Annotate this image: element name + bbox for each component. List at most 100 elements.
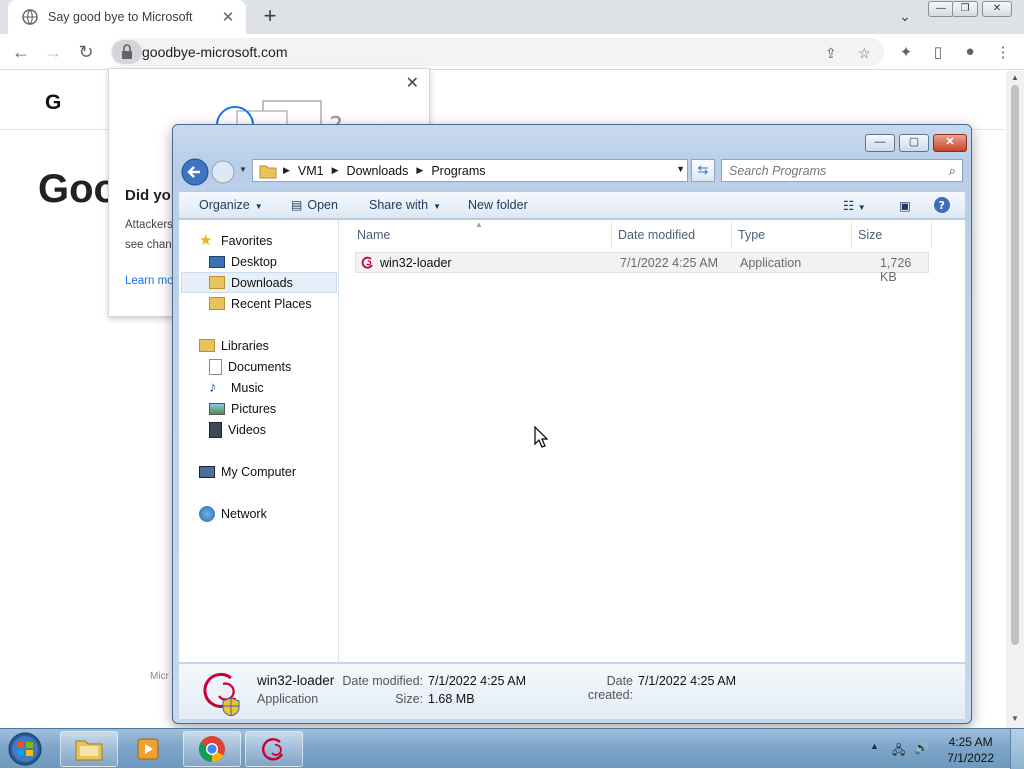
explorer-window: — ▢ ✕ ▼ ▶ VM1 ▶ Downloads ▶ Programs ▼ ⇆…: [172, 124, 972, 724]
explorer-address-bar[interactable]: ▶ VM1 ▶ Downloads ▶ Programs ▼: [252, 159, 688, 182]
details-date-modified-label: Date modified:: [342, 674, 423, 688]
preview-pane-icon[interactable]: ▣: [899, 198, 911, 213]
mouse-pointer-icon: [534, 426, 548, 448]
profile-avatar-icon[interactable]: ●: [961, 43, 979, 60]
view-options-icon[interactable]: ☷ ▼: [843, 198, 866, 213]
nav-label: Music: [231, 380, 264, 395]
clock-date: 7/1/2022: [947, 751, 994, 765]
show-hidden-icons-arrow-icon[interactable]: ▲: [870, 741, 879, 751]
share-with-button[interactable]: Share with ▼: [369, 198, 441, 212]
search-input[interactable]: Search Programs ⌕: [721, 159, 963, 182]
nav-documents[interactable]: Documents: [209, 356, 291, 377]
folder-icon: [259, 165, 277, 178]
nav-videos[interactable]: Videos: [209, 419, 266, 440]
system-clock[interactable]: 4:25 AM 7/1/2022: [947, 734, 994, 766]
restore-button[interactable]: ❐: [952, 1, 978, 17]
search-placeholder: Search Programs: [729, 164, 827, 178]
refresh-icon[interactable]: ⇆: [691, 159, 715, 182]
nav-label: Favorites: [221, 233, 273, 248]
forward-arrow-icon[interactable]: →: [42, 41, 64, 63]
breadcrumb-programs[interactable]: Programs: [431, 164, 485, 178]
column-header-date-modified[interactable]: Date modified: [618, 228, 695, 242]
start-orb-icon[interactable]: [6, 731, 44, 767]
nav-pictures[interactable]: Pictures: [209, 398, 276, 419]
taskbar-explorer-button[interactable]: [60, 731, 118, 767]
scroll-up-arrow-icon[interactable]: ▲: [1011, 73, 1019, 82]
column-header-type[interactable]: Type: [738, 228, 765, 242]
tab-strip: Say good bye to Microsoft ✕ + ⌄ — ❐ ✕: [0, 0, 1024, 34]
tab-close-icon[interactable]: ✕: [220, 8, 236, 26]
scroll-down-arrow-icon[interactable]: ▼: [1011, 714, 1019, 723]
address-bar[interactable]: goodbye-microsoft.com ⇪ ☆: [110, 38, 884, 66]
desktop-icon: [209, 255, 225, 268]
side-panel-icon[interactable]: ▯: [929, 43, 947, 61]
network-tray-icon[interactable]: 🖧: [892, 741, 905, 762]
column-divider[interactable]: [851, 222, 852, 248]
minimize-button[interactable]: —: [928, 1, 954, 17]
help-icon[interactable]: ?: [933, 196, 951, 217]
extensions-icon[interactable]: ✦: [897, 43, 915, 61]
column-header-size[interactable]: Size: [858, 228, 882, 242]
nav-label: Network: [221, 506, 267, 521]
new-tab-button[interactable]: +: [258, 5, 282, 29]
details-pane: win32-loader Application Date modified: …: [179, 663, 965, 719]
maximize-button[interactable]: ▢: [899, 134, 929, 152]
nav-recent-places[interactable]: Recent Places: [209, 293, 312, 314]
column-divider[interactable]: [731, 222, 732, 248]
nav-downloads[interactable]: Downloads: [181, 272, 337, 293]
nav-music[interactable]: ♪ Music: [209, 377, 264, 398]
recent-pages-dropdown-icon[interactable]: ▼: [239, 165, 247, 174]
show-desktop-button[interactable]: [1010, 729, 1024, 769]
reload-icon[interactable]: ↻: [75, 41, 97, 63]
open-label: Open: [307, 198, 338, 212]
taskbar-media-player-button[interactable]: [120, 731, 178, 767]
lock-icon[interactable]: [112, 40, 142, 64]
address-dropdown-icon[interactable]: ▼: [676, 164, 685, 174]
tab-search-icon[interactable]: ⌄: [896, 8, 914, 26]
breadcrumb-arrow-icon[interactable]: ▶: [283, 165, 290, 176]
close-button[interactable]: ✕: [982, 1, 1012, 17]
dropdown-arrow-icon: ▼: [254, 202, 263, 211]
browser-tab[interactable]: Say good bye to Microsoft ✕: [8, 0, 246, 34]
breadcrumb-arrow-icon[interactable]: ▶: [332, 165, 339, 176]
open-button[interactable]: ▤ Open: [291, 198, 338, 212]
debian-swirl-icon: [261, 738, 284, 761]
nav-label: Libraries: [221, 338, 269, 353]
site-logo[interactable]: G: [45, 91, 61, 115]
share-icon[interactable]: ⇪: [825, 45, 837, 62]
organize-button[interactable]: Organize ▼: [199, 198, 263, 212]
nav-libraries[interactable]: Libraries: [199, 335, 269, 356]
scroll-thumb[interactable]: [1011, 85, 1019, 645]
minimize-button[interactable]: —: [865, 134, 895, 152]
learn-more-link[interactable]: Learn mo: [125, 275, 174, 287]
taskbar-win32-loader-button[interactable]: [245, 731, 303, 767]
nav-network[interactable]: Network: [199, 503, 267, 524]
details-file-type: Application: [257, 692, 319, 706]
nav-my-computer[interactable]: My Computer: [199, 461, 296, 482]
new-folder-button[interactable]: New folder: [468, 198, 528, 212]
popup-title: Did yo: [125, 187, 171, 204]
search-icon[interactable]: ⌕: [949, 163, 956, 179]
column-header-name[interactable]: Name: [357, 228, 390, 242]
page-scrollbar[interactable]: ▲ ▼: [1006, 71, 1024, 728]
breadcrumb-downloads[interactable]: Downloads: [347, 164, 409, 178]
nav-favorites[interactable]: ★ Favorites: [199, 230, 272, 251]
forward-arrow-icon[interactable]: [211, 160, 235, 184]
back-arrow-icon[interactable]: ←: [10, 41, 32, 63]
nav-desktop[interactable]: Desktop: [209, 251, 277, 272]
taskbar-chrome-button[interactable]: [183, 731, 241, 767]
recent-places-icon: [209, 297, 225, 310]
volume-tray-icon[interactable]: 🔊: [914, 741, 929, 755]
menu-kebab-icon[interactable]: ⋮: [994, 43, 1012, 61]
column-divider[interactable]: [931, 222, 932, 248]
breadcrumb-arrow-icon[interactable]: ▶: [416, 165, 423, 176]
music-note-icon: ♪: [209, 378, 217, 396]
breadcrumb-vm1[interactable]: VM1: [298, 164, 324, 178]
file-row[interactable]: win32-loader 7/1/2022 4:25 AM Applicatio…: [355, 252, 929, 284]
column-divider[interactable]: [611, 222, 612, 248]
page-heading: Goo: [38, 167, 118, 211]
bookmark-star-icon[interactable]: ☆: [858, 45, 871, 62]
back-arrow-icon[interactable]: [181, 158, 209, 186]
popup-close-icon[interactable]: ✕: [406, 73, 419, 93]
close-button[interactable]: ✕: [933, 134, 967, 152]
